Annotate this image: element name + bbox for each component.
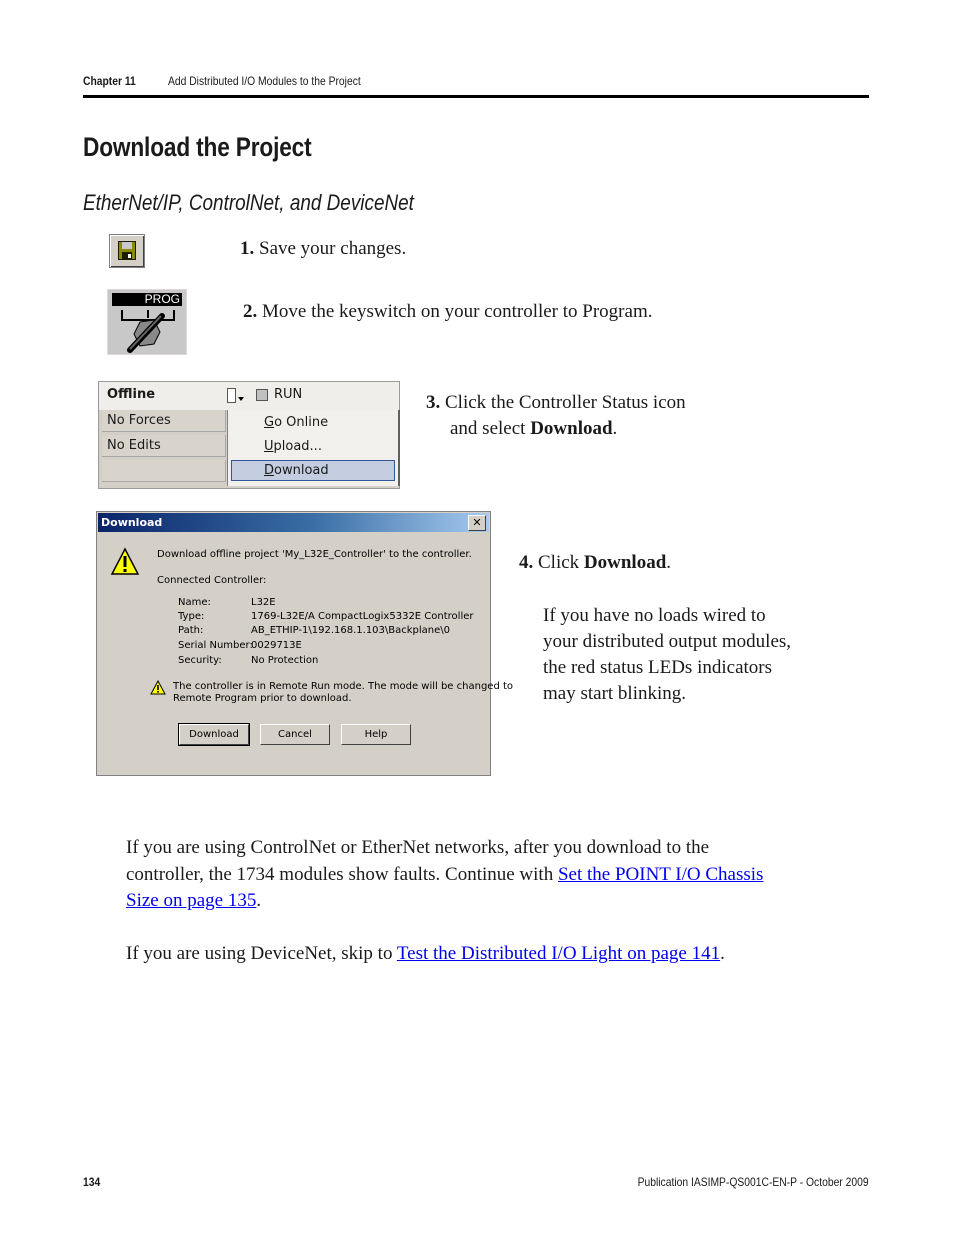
download-emphasis: Download	[583, 552, 667, 573]
step-number: 4.	[519, 552, 534, 573]
field-value: No Protection	[251, 655, 319, 666]
link-set-point-io-chassis-size-cont[interactable]: Size on page 135	[126, 890, 256, 911]
edits-status: No Edits	[102, 435, 226, 457]
step-number: 1.	[240, 238, 255, 259]
field-label: Type:	[178, 611, 205, 622]
save-icon	[109, 234, 145, 268]
controller-status-panel: Offline RUN No Forces No Edits Go Online…	[98, 381, 400, 489]
field-label: Name:	[178, 597, 211, 608]
page-title: Download the Project	[83, 132, 312, 162]
step-text: Save your changes.	[259, 238, 407, 259]
download-dialog: Download ✕ Download offline project 'My_…	[96, 511, 513, 776]
field-label: Serial Number:	[178, 640, 253, 651]
menu-item-go-online[interactable]: Go Online	[264, 412, 328, 434]
help-button[interactable]: Help	[341, 724, 411, 745]
link-test-distributed-io-light[interactable]: Test the Distributed I/O Light on page 1…	[397, 943, 720, 964]
header-rule	[83, 95, 869, 98]
keyswitch-mode-label: PROG	[112, 293, 182, 306]
forces-status: No Forces	[102, 410, 226, 432]
page-number: 134	[83, 1175, 101, 1189]
download-button[interactable]: Download	[178, 723, 250, 746]
empty-status	[102, 460, 226, 482]
field-value: 0029713E	[251, 640, 302, 651]
section-subtitle: EtherNet/IP, ControlNet, and DeviceNet	[83, 190, 414, 215]
step-1: 1. Save your changes.	[240, 236, 406, 262]
controller-mode[interactable]: Offline	[107, 387, 155, 402]
link-set-point-io-chassis-size[interactable]: Set the POINT I/O Chassis	[558, 864, 763, 885]
field-value: AB_ETHIP-1\192.168.1.103\Backplane\0	[251, 625, 451, 636]
close-button[interactable]: ✕	[468, 515, 486, 531]
paragraph-controlnet-ethernet: If you are using ControlNet or EtherNet …	[126, 837, 764, 911]
controller-status-menu: Go Online Upload... Download	[227, 410, 400, 486]
menu-item-download[interactable]: Download	[264, 460, 329, 482]
cancel-button[interactable]: Cancel	[260, 724, 330, 745]
run-label: RUN	[274, 387, 303, 402]
dialog-title-bar: Download ✕	[98, 513, 489, 532]
step-2: 2. Move the keyswitch on your controller…	[243, 299, 652, 325]
field-label: Path:	[178, 625, 204, 636]
step-4-note: If you have no loads wired to your distr…	[543, 605, 792, 704]
menu-item-upload[interactable]: Upload...	[264, 436, 322, 458]
warning-text-line-2: Remote Program prior to download.	[173, 693, 352, 704]
field-value: L32E	[251, 597, 276, 608]
download-emphasis: Download	[530, 418, 613, 439]
small-warning-icon	[150, 680, 166, 695]
publication-info: Publication IASIMP-QS001C-EN-P - October…	[638, 1175, 869, 1189]
field-value: 1769-L32E/A CompactLogix5332E Controller	[251, 611, 474, 622]
run-indicator	[256, 389, 268, 401]
controller-status-icon[interactable]	[227, 388, 236, 403]
step-3: 3. Click the Controller Status icon and …	[426, 392, 686, 439]
dialog-message: Download offline project 'My_L32E_Contro…	[157, 549, 472, 560]
chapter-title: Add Distributed I/O Modules to the Proje…	[168, 74, 361, 88]
paragraph-devicenet: If you are using DeviceNet, skip to Test…	[126, 943, 725, 964]
keyswitch-icon: PROG	[107, 289, 187, 355]
step-number: 2.	[243, 301, 258, 322]
step-number: 3.	[426, 392, 441, 413]
warning-icon	[110, 547, 140, 575]
dialog-title: Download	[101, 516, 163, 529]
connected-controller-label: Connected Controller:	[157, 575, 267, 586]
step-text: Move the keyswitch on your controller to…	[262, 301, 653, 322]
field-label: Security:	[178, 655, 222, 666]
step-4: 4. Click Download. If you have no loads …	[519, 550, 791, 707]
chapter-label: Chapter 11	[83, 74, 136, 88]
dropdown-arrow-icon[interactable]	[238, 397, 244, 401]
